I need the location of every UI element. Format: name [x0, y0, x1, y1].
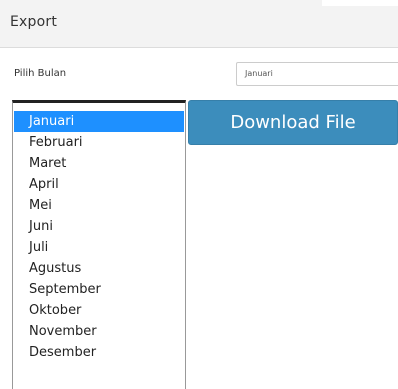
- header-top-strip: [322, 0, 398, 6]
- month-option-selected[interactable]: Januari: [14, 111, 184, 132]
- month-option[interactable]: Maret: [14, 153, 184, 174]
- month-option[interactable]: April: [14, 174, 184, 195]
- month-select-value: Januari: [245, 69, 273, 78]
- month-option[interactable]: Agustus: [14, 258, 184, 279]
- panel-title: Export: [10, 14, 58, 30]
- month-option[interactable]: November: [14, 321, 184, 342]
- month-option[interactable]: Oktober: [14, 300, 184, 321]
- month-select[interactable]: Januari: [236, 62, 398, 86]
- export-page: Export Pilih Bulan Januari Januari Febru…: [0, 0, 398, 389]
- month-option[interactable]: Juni: [14, 216, 184, 237]
- panel-header: Export: [0, 0, 398, 48]
- month-option[interactable]: Februari: [14, 132, 184, 153]
- month-option[interactable]: Juli: [14, 237, 184, 258]
- month-option[interactable]: Desember: [14, 342, 184, 363]
- download-file-button[interactable]: Download File: [188, 100, 398, 145]
- month-option[interactable]: Mei: [14, 195, 184, 216]
- month-dropdown-list[interactable]: Januari Februari Maret April Mei Juni Ju…: [12, 100, 186, 389]
- month-option[interactable]: September: [14, 279, 184, 300]
- month-label: Pilih Bulan: [14, 68, 67, 79]
